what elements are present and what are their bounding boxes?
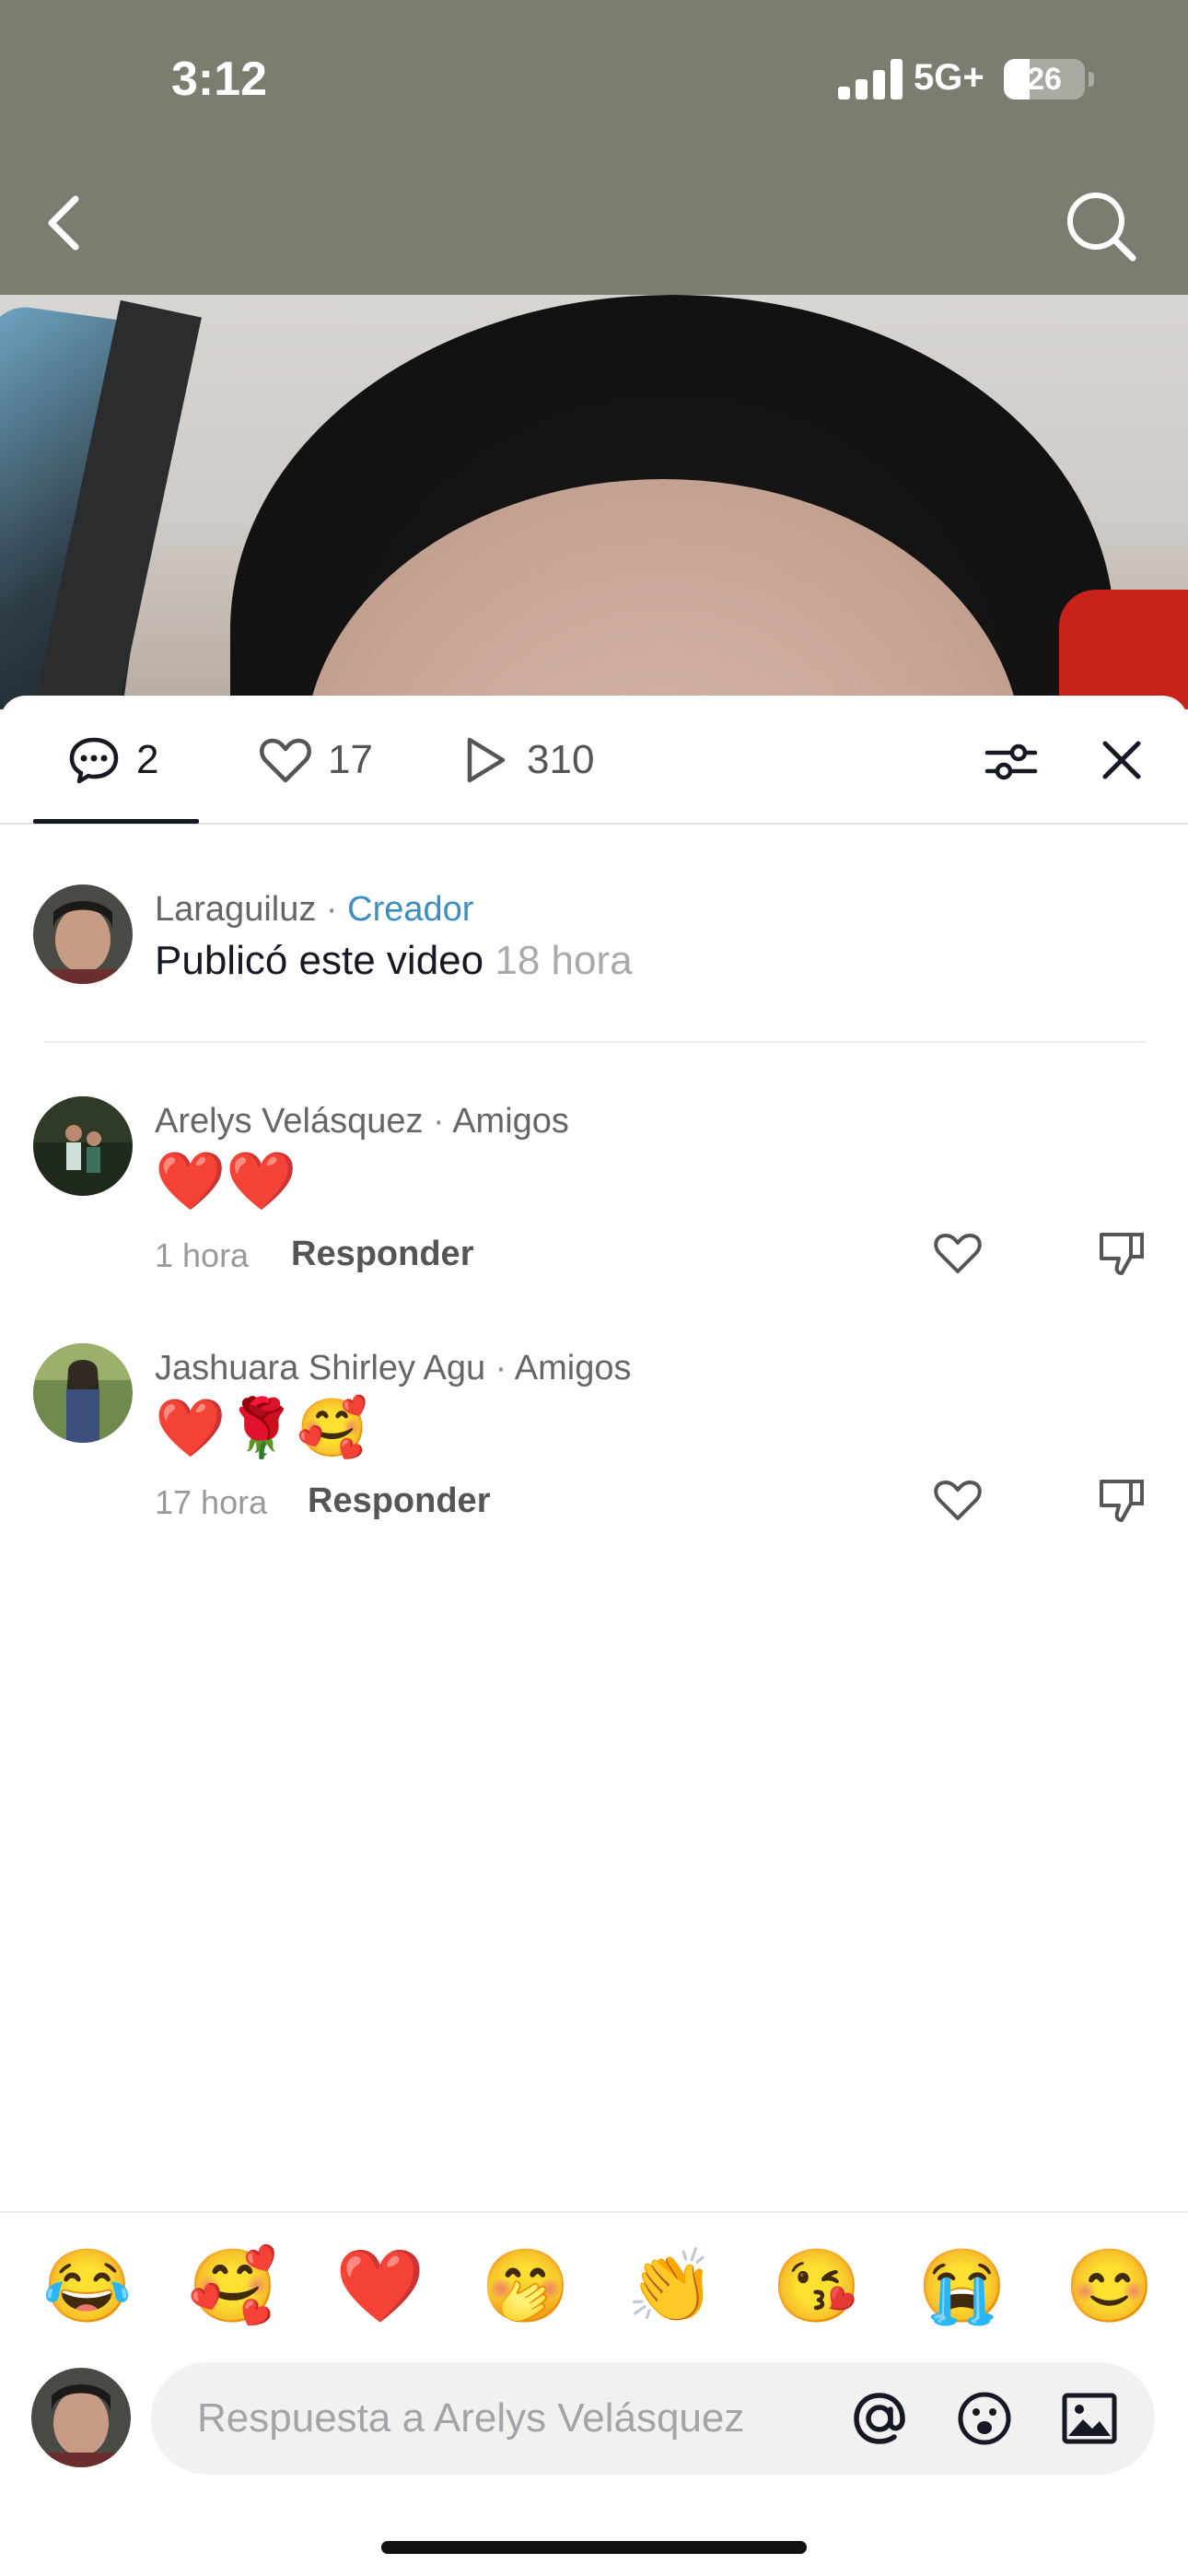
reply-bar (0, 2359, 1188, 2478)
comment-text: ❤️❤️ (155, 1150, 297, 1213)
emoji-icon (958, 2392, 1011, 2445)
tab-views[interactable]: 310 (457, 732, 594, 788)
reply-input-container (151, 2362, 1155, 2475)
network-type: 5G+ (914, 57, 984, 98)
creator-divider (44, 1041, 1146, 1043)
back-button[interactable] (33, 184, 98, 258)
quick-emoji-button[interactable]: 😊 (1065, 2250, 1154, 2322)
comment-time: 1 hora (155, 1236, 250, 1274)
dislike-icon (1100, 1480, 1144, 1522)
at-icon (854, 2393, 905, 2444)
likes-count: 17 (328, 737, 373, 782)
name-separator: · (423, 1102, 453, 1141)
creator-avatar[interactable] (33, 884, 133, 984)
heart-icon (934, 1481, 982, 1520)
battery-icon: 26 (1004, 59, 1085, 100)
emoji-picker-button[interactable] (952, 2386, 1017, 2451)
creator-name-line: Laraguiluz · Creador (155, 890, 473, 930)
comment-relation: Amigos (452, 1102, 569, 1141)
reply-button[interactable]: Responder (291, 1235, 473, 1274)
quick-emoji-button[interactable]: ❤️ (335, 2250, 425, 2322)
quick-emoji-button[interactable]: 😘 (772, 2250, 861, 2322)
search-icon (1067, 193, 1136, 262)
filter-button[interactable] (984, 734, 1039, 790)
heart-icon (260, 738, 311, 783)
dislike-icon (1100, 1233, 1144, 1275)
comment-author[interactable]: Jashuara Shirley Agu (155, 1349, 485, 1388)
comment-author-line: Arelys Velásquez · Amigos (155, 1102, 569, 1142)
quick-emoji-button[interactable]: 👏 (626, 2250, 716, 2322)
back-icon (48, 195, 79, 251)
comment-text: ❤️🌹🥰 (155, 1397, 368, 1460)
comment-relation: Amigos (514, 1349, 632, 1388)
filter-icon (984, 744, 1038, 780)
creator-post-text: Publicó este video 18 hora (155, 938, 633, 984)
commenter-avatar[interactable] (33, 1096, 133, 1196)
tab-likes[interactable]: 17 (258, 732, 373, 788)
home-indicator (381, 2541, 807, 2554)
comment-author-line: Jashuara Shirley Agu · Amigos (155, 1349, 632, 1388)
name-separator: · (485, 1349, 515, 1388)
close-button[interactable] (1096, 734, 1147, 786)
dislike-comment-button[interactable] (1094, 1472, 1149, 1528)
quick-emoji-button[interactable]: 🤭 (481, 2250, 570, 2322)
quick-emoji-bar: 😂 🥰 ❤️ 🤭 👏 😘 😭 😊 (0, 2211, 1188, 2359)
battery-level: 26 (1027, 62, 1062, 97)
like-comment-button[interactable] (930, 1225, 985, 1281)
play-icon (467, 737, 506, 783)
heart-icon (934, 1234, 982, 1273)
creator-name[interactable]: Laraguiluz (155, 890, 316, 929)
image-attach-button[interactable] (1057, 2386, 1122, 2451)
tab-comments[interactable]: 2 (66, 732, 158, 788)
reply-input[interactable] (197, 2362, 842, 2475)
quick-emoji-button[interactable]: 🥰 (188, 2250, 277, 2322)
quick-emoji-button[interactable]: 😭 (917, 2250, 1007, 2322)
stats-tabs: 2 17 310 (0, 696, 1188, 825)
name-separator: · (316, 890, 348, 929)
comment-icon (69, 737, 119, 784)
image-icon (1062, 2393, 1117, 2444)
battery-tip (1089, 72, 1094, 87)
comments-count: 2 (136, 737, 159, 782)
active-tab-indicator (33, 819, 199, 824)
user-avatar (31, 2368, 131, 2467)
creator-tag: Creador (347, 890, 474, 929)
comment-time: 17 hora (155, 1483, 268, 1521)
close-icon (1102, 741, 1141, 779)
commenter-avatar[interactable] (33, 1343, 133, 1443)
comment-author[interactable]: Arelys Velásquez (155, 1102, 424, 1141)
video-seat (1059, 590, 1188, 709)
creator-post-time: 18 hora (495, 938, 633, 983)
status-time: 3:12 (171, 53, 268, 106)
top-bar (0, 0, 1188, 295)
quick-emoji-button[interactable]: 😂 (42, 2250, 132, 2322)
dislike-comment-button[interactable] (1094, 1225, 1149, 1281)
like-comment-button[interactable] (930, 1472, 985, 1528)
mention-button[interactable] (847, 2386, 912, 2451)
signal-icon (838, 59, 903, 100)
search-button[interactable] (1059, 184, 1142, 267)
views-count: 310 (527, 737, 595, 782)
creator-post-label: Publicó este video (155, 938, 484, 983)
reply-button[interactable]: Responder (308, 1481, 490, 1521)
